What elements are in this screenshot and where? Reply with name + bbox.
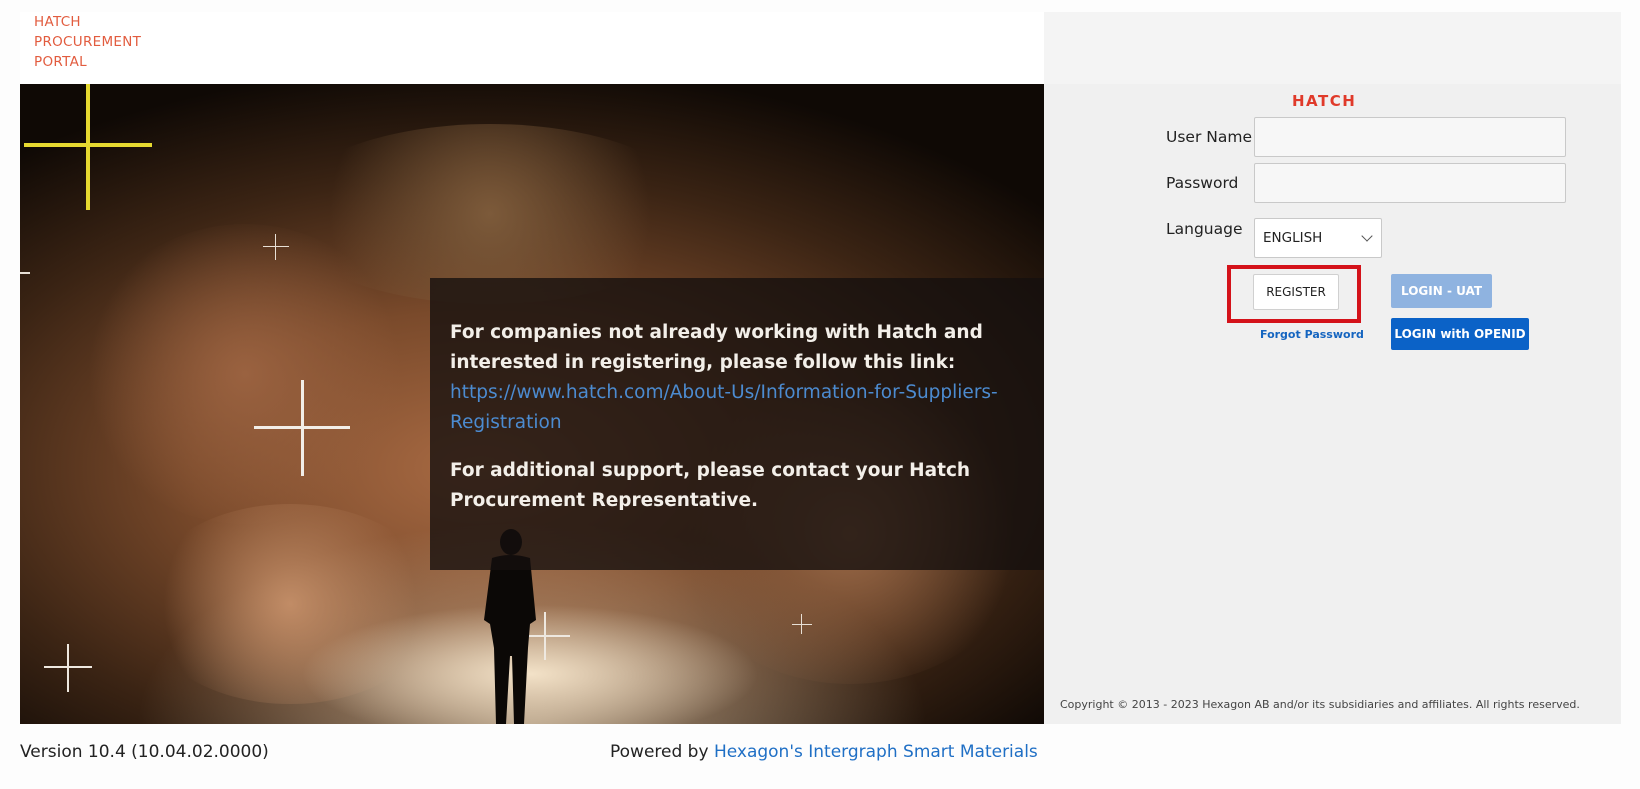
registration-message: For companies not already working with H… (450, 322, 983, 373)
logo-line-3: PORTAL (34, 54, 87, 70)
powered-by-prefix: Powered by (610, 742, 714, 762)
login-openid-button[interactable]: LOGIN with OPENID (1391, 318, 1529, 350)
header: HATCH PROCUREMENT PORTAL (20, 12, 1044, 84)
hexagon-smart-materials-link[interactable]: Hexagon's Intergraph Smart Materials (714, 742, 1038, 762)
password-label: Password (1166, 174, 1239, 192)
header-right-area (1044, 12, 1621, 84)
powered-by-text: Powered by Hexagon's Intergraph Smart Ma… (610, 742, 1038, 762)
login-panel: HATCH User Name Password Language ENGLIS… (1044, 84, 1621, 724)
password-input[interactable] (1254, 163, 1566, 203)
username-input[interactable] (1254, 117, 1566, 157)
logo-line-2: PROCUREMENT (34, 34, 142, 50)
username-label: User Name (1166, 128, 1252, 146)
forgot-password-link[interactable]: Forgot Password (1260, 328, 1364, 341)
supplier-registration-link[interactable]: https://www.hatch.com/About-Us/Informati… (450, 378, 1024, 438)
hatch-procurement-portal-logo: HATCH PROCUREMENT PORTAL (34, 12, 141, 72)
language-select[interactable]: ENGLISH (1254, 218, 1382, 258)
login-page: HATCH PROCUREMENT PORTAL For companies n… (0, 0, 1640, 789)
hero-tunnel-image: For companies not already working with H… (20, 84, 1044, 724)
login-uat-button[interactable]: LOGIN - UAT (1391, 274, 1492, 308)
language-label: Language (1166, 220, 1243, 238)
register-button[interactable]: REGISTER (1253, 274, 1339, 310)
registration-info-panel: For companies not already working with H… (430, 278, 1044, 570)
version-text: Version 10.4 (10.04.02.0000) (20, 742, 269, 762)
chevron-down-icon (1361, 230, 1373, 242)
hatch-logo: HATCH (1292, 92, 1357, 110)
language-selected-value: ENGLISH (1263, 230, 1323, 246)
support-message: For additional support, please contact y… (450, 460, 971, 511)
copyright-text: Copyright © 2013 - 2023 Hexagon AB and/o… (1060, 698, 1580, 711)
logo-line-1: HATCH (34, 14, 81, 30)
